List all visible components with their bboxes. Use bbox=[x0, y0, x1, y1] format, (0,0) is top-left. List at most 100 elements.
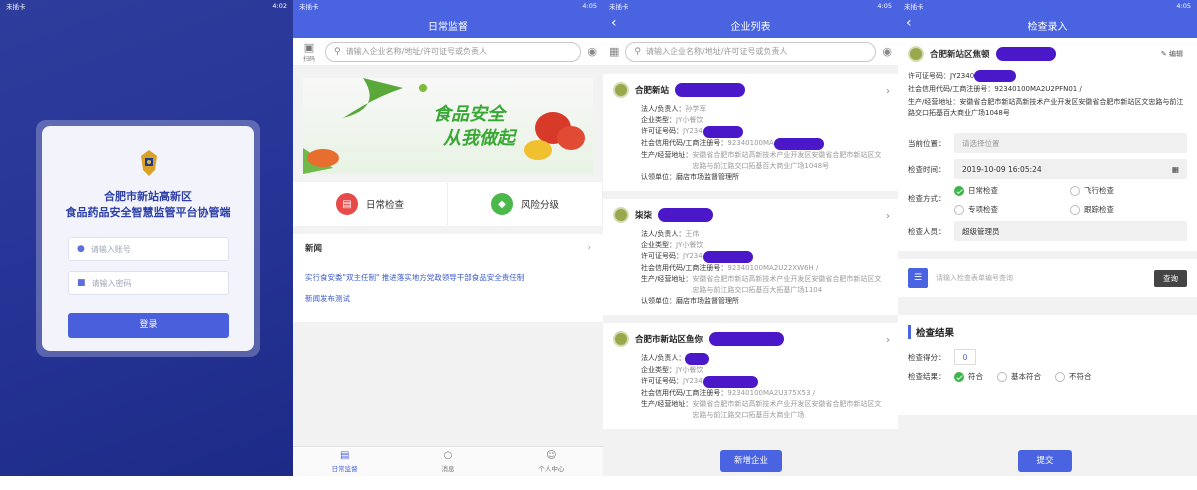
radio-unchecked-icon bbox=[1070, 185, 1080, 196]
location-icon[interactable]: ◉ bbox=[587, 45, 597, 58]
field-label: 企业类型： bbox=[641, 241, 676, 249]
enterprise-card[interactable]: 合肥市新站区鱼你 › 法人/负责人： 企业类型： JY小餐饮 许可证号码： JY23… bbox=[603, 323, 898, 429]
edit-button[interactable]: ✎ 编辑 bbox=[1161, 49, 1183, 59]
submit-button[interactable]: 提交 bbox=[1018, 450, 1072, 472]
inspection-entry-screen: 未插卡 4:05 ‹ 检查录入 合肥新站区焦顿 ✎ 编辑 许可证号码：JY234… bbox=[898, 0, 1197, 476]
radio-checked-icon bbox=[954, 185, 964, 196]
tab-profile[interactable]: ☺ 个人中心 bbox=[500, 447, 603, 476]
field-label: 生产/经营地址： bbox=[641, 275, 693, 283]
risk-grading-button[interactable]: ◆ 风险分级 bbox=[448, 182, 603, 226]
daily-check-button[interactable]: ▤ 日常检查 bbox=[293, 182, 448, 226]
query-button[interactable]: 查询 bbox=[1154, 269, 1187, 287]
status-bar: 未插卡 4:05 bbox=[603, 0, 898, 12]
redaction bbox=[702, 251, 753, 263]
clock: 4:05 bbox=[1176, 2, 1191, 10]
location-placeholder: 请选择位置 bbox=[962, 138, 1000, 148]
field-value: 安徽省合肥市新站高新技术产业开发区安徽省合肥市新站区文忠路与前江路交口拓基百大商… bbox=[692, 151, 882, 170]
nav-bar: 日常监督 bbox=[293, 12, 603, 38]
search-input[interactable] bbox=[345, 47, 581, 56]
field-label: 生产/经营地址： bbox=[641, 400, 693, 408]
search-input[interactable] bbox=[646, 47, 876, 56]
method-radio[interactable]: 专项检查 bbox=[954, 204, 1064, 215]
enterprise-name: 柒柒 bbox=[635, 211, 653, 221]
method-radio[interactable]: 日常检查 bbox=[954, 185, 1064, 196]
scan-button[interactable]: ▣ 扫码 bbox=[299, 41, 319, 63]
password-field[interactable]: ■ bbox=[68, 271, 229, 295]
enterprise-logo bbox=[908, 46, 924, 62]
location-icon[interactable]: ◉ bbox=[882, 45, 892, 58]
back-icon[interactable]: ‹ bbox=[611, 15, 617, 31]
field-label: 社会信用代码/工商注册号： bbox=[641, 139, 728, 147]
method-radio[interactable]: 跟踪检查 bbox=[1070, 204, 1150, 215]
search-box[interactable]: ⚲ bbox=[325, 41, 582, 62]
enterprise-card[interactable]: 合肥新站 › 法人/负责人： 孙学军 企业类型： JY小餐饮 许可证号码： JY234… bbox=[603, 74, 898, 191]
field-label: 企业类型： bbox=[641, 116, 676, 124]
news-item[interactable]: 新闻发布测试 bbox=[305, 293, 591, 304]
field-label: 法人/负责人： bbox=[641, 230, 686, 238]
search-row: ▦ ⚲ ◉ bbox=[603, 38, 898, 66]
location-picker[interactable]: 请选择位置 bbox=[954, 133, 1187, 153]
banner-slogan-1: 食品安全 bbox=[433, 104, 505, 125]
account-input[interactable] bbox=[90, 244, 221, 254]
field-value: 孙学军 bbox=[685, 105, 707, 113]
field-label: 生产/经营地址： bbox=[641, 151, 693, 159]
daily-check-label: 日常检查 bbox=[365, 200, 404, 211]
login-button[interactable]: 登录 bbox=[68, 313, 229, 338]
login-card: 合肥市新站高新区 食品药品安全智慧监管平台协管端 ● ■ 登录 bbox=[36, 120, 260, 357]
chevron-right-icon: › bbox=[587, 243, 591, 253]
password-input[interactable] bbox=[91, 278, 222, 288]
result-radio[interactable]: 符合 bbox=[954, 371, 983, 382]
field-value: JY234 bbox=[683, 127, 703, 135]
inspector-label: 检查人员： bbox=[908, 226, 946, 236]
score-input[interactable]: 0 bbox=[954, 349, 976, 365]
inspector-field[interactable]: 超级管理员 bbox=[954, 221, 1187, 241]
home-screen: 未插卡 4:05 日常监督 ▣ 扫码 ⚲ ◉ 食品安全 从我做起 bbox=[293, 0, 603, 476]
tab-messages[interactable]: ○ 消息 bbox=[396, 447, 499, 476]
field-value: 磨店市场监督管理所 bbox=[676, 173, 739, 181]
redaction bbox=[702, 126, 743, 138]
calendar-icon: ▦ bbox=[1171, 164, 1179, 174]
field-label: 认领单位： bbox=[641, 173, 676, 181]
search-box[interactable]: ⚲ bbox=[625, 41, 877, 62]
news-header[interactable]: 新闻 › bbox=[293, 234, 603, 262]
redaction bbox=[658, 208, 714, 222]
redaction bbox=[685, 353, 710, 365]
field-label: 认领单位： bbox=[641, 297, 676, 305]
page-title: 检查录入 bbox=[1027, 21, 1068, 33]
scan-label: 扫码 bbox=[302, 55, 315, 63]
result-section: 检查结果 检查得分： 0 检查结果： 符合 基本符合 不符合 bbox=[898, 315, 1197, 415]
field-value: JY小餐饮 bbox=[676, 366, 704, 374]
form-search-row: ☰ 查询 bbox=[898, 259, 1197, 297]
enterprise-card[interactable]: 柒柒 › 法人/负责人： 王伟 企业类型： JY小餐饮 许可证号码： JY234 社会… bbox=[603, 199, 898, 315]
result-radio[interactable]: 基本符合 bbox=[997, 371, 1041, 382]
result-title: 检查结果 bbox=[908, 325, 1187, 339]
chevron-right-icon: › bbox=[886, 211, 890, 222]
license-value: JY2340 bbox=[950, 72, 975, 80]
field-value: 磨店市场监督管理所 bbox=[676, 297, 739, 305]
field-value: 92340100MA2U375X53 / bbox=[727, 389, 816, 397]
enterprise-summary: 合肥新站区焦顿 ✎ 编辑 许可证号码：JY2340 社会信用代码/工商注册号：9… bbox=[898, 38, 1197, 123]
time-picker[interactable]: 2019-10-09 16:05:24 ▦ bbox=[954, 159, 1187, 179]
tab-daily-supervision[interactable]: ▤ 日常监督 bbox=[293, 447, 396, 476]
account-field[interactable]: ● bbox=[68, 237, 229, 261]
field-value: 王伟 bbox=[685, 230, 700, 238]
result-radio[interactable]: 不符合 bbox=[1055, 371, 1092, 382]
news-item[interactable]: 实行食安委"双主任制" 推进落实地方党政领导干部食品安全责任制 bbox=[305, 272, 591, 283]
enterprise-list-screen: 未插卡 4:05 ‹ 企业列表 ▦ ⚲ ◉ 合肥新站 › 法人/负责人：孙学军 … bbox=[603, 0, 898, 476]
form-search-input[interactable] bbox=[936, 274, 1146, 282]
field-label: 许可证号码： bbox=[641, 377, 683, 385]
redaction bbox=[702, 376, 758, 388]
address-label: 生产/经营地址： bbox=[908, 98, 960, 106]
user-icon: ● bbox=[77, 244, 85, 254]
credit-label: 社会信用代码/工商注册号： bbox=[908, 85, 995, 93]
checklist-icon: ▤ bbox=[335, 193, 358, 215]
enterprise-name: 合肥新站区焦顿 bbox=[930, 50, 990, 60]
chevron-right-icon: › bbox=[886, 86, 890, 97]
method-radio[interactable]: 飞行检查 bbox=[1070, 185, 1150, 196]
add-enterprise-button[interactable]: 新增企业 bbox=[720, 450, 782, 472]
back-icon[interactable]: ‹ bbox=[906, 15, 912, 31]
score-label: 检查得分： bbox=[908, 352, 946, 362]
banner-image[interactable]: 食品安全 从我做起 bbox=[303, 78, 593, 174]
edit-label: 编辑 bbox=[1169, 50, 1183, 58]
field-value: JY小餐饮 bbox=[676, 241, 704, 249]
